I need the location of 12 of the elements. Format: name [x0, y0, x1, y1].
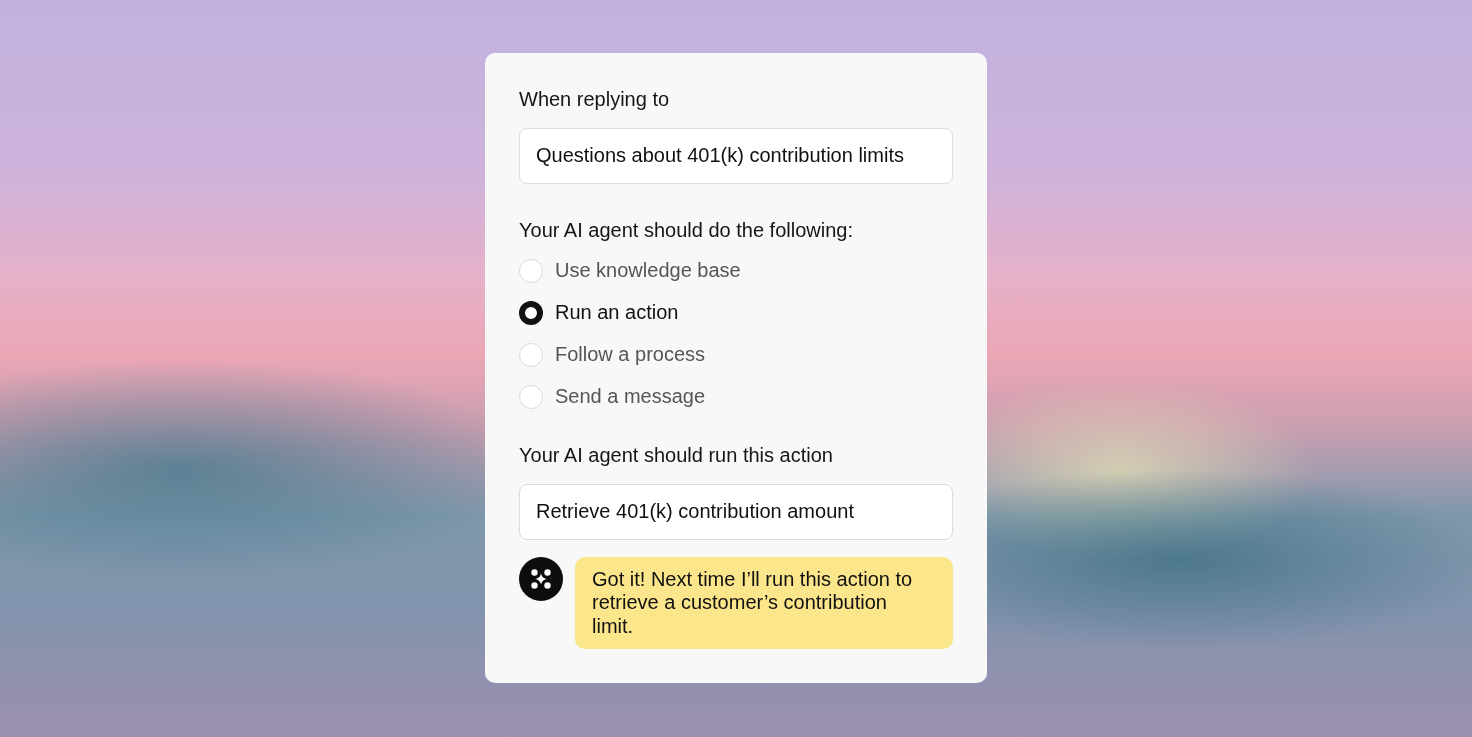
field-label: When replying to — [519, 87, 671, 111]
option-label[interactable]: Send a message — [555, 385, 706, 409]
radio-button[interactable] — [519, 300, 543, 325]
text-field[interactable]: Retrieve 401(k) contribution amount — [519, 483, 953, 540]
message-bubble: Got it! Next time I’ll run this action to retrieve a customer’s contribution limit. — [575, 556, 953, 649]
field-label: Your AI agent should do the following: — [519, 217, 854, 242]
sparkle-avatar-icon — [519, 556, 563, 601]
option-label[interactable]: Run an action — [555, 301, 679, 325]
text-field[interactable]: Questions about 401(k) contribution limits — [519, 128, 953, 184]
option-label[interactable]: Use knowledge base — [555, 259, 741, 283]
option-label[interactable]: Follow a process — [555, 343, 706, 367]
field-label: Your AI agent should run this action — [519, 442, 834, 467]
